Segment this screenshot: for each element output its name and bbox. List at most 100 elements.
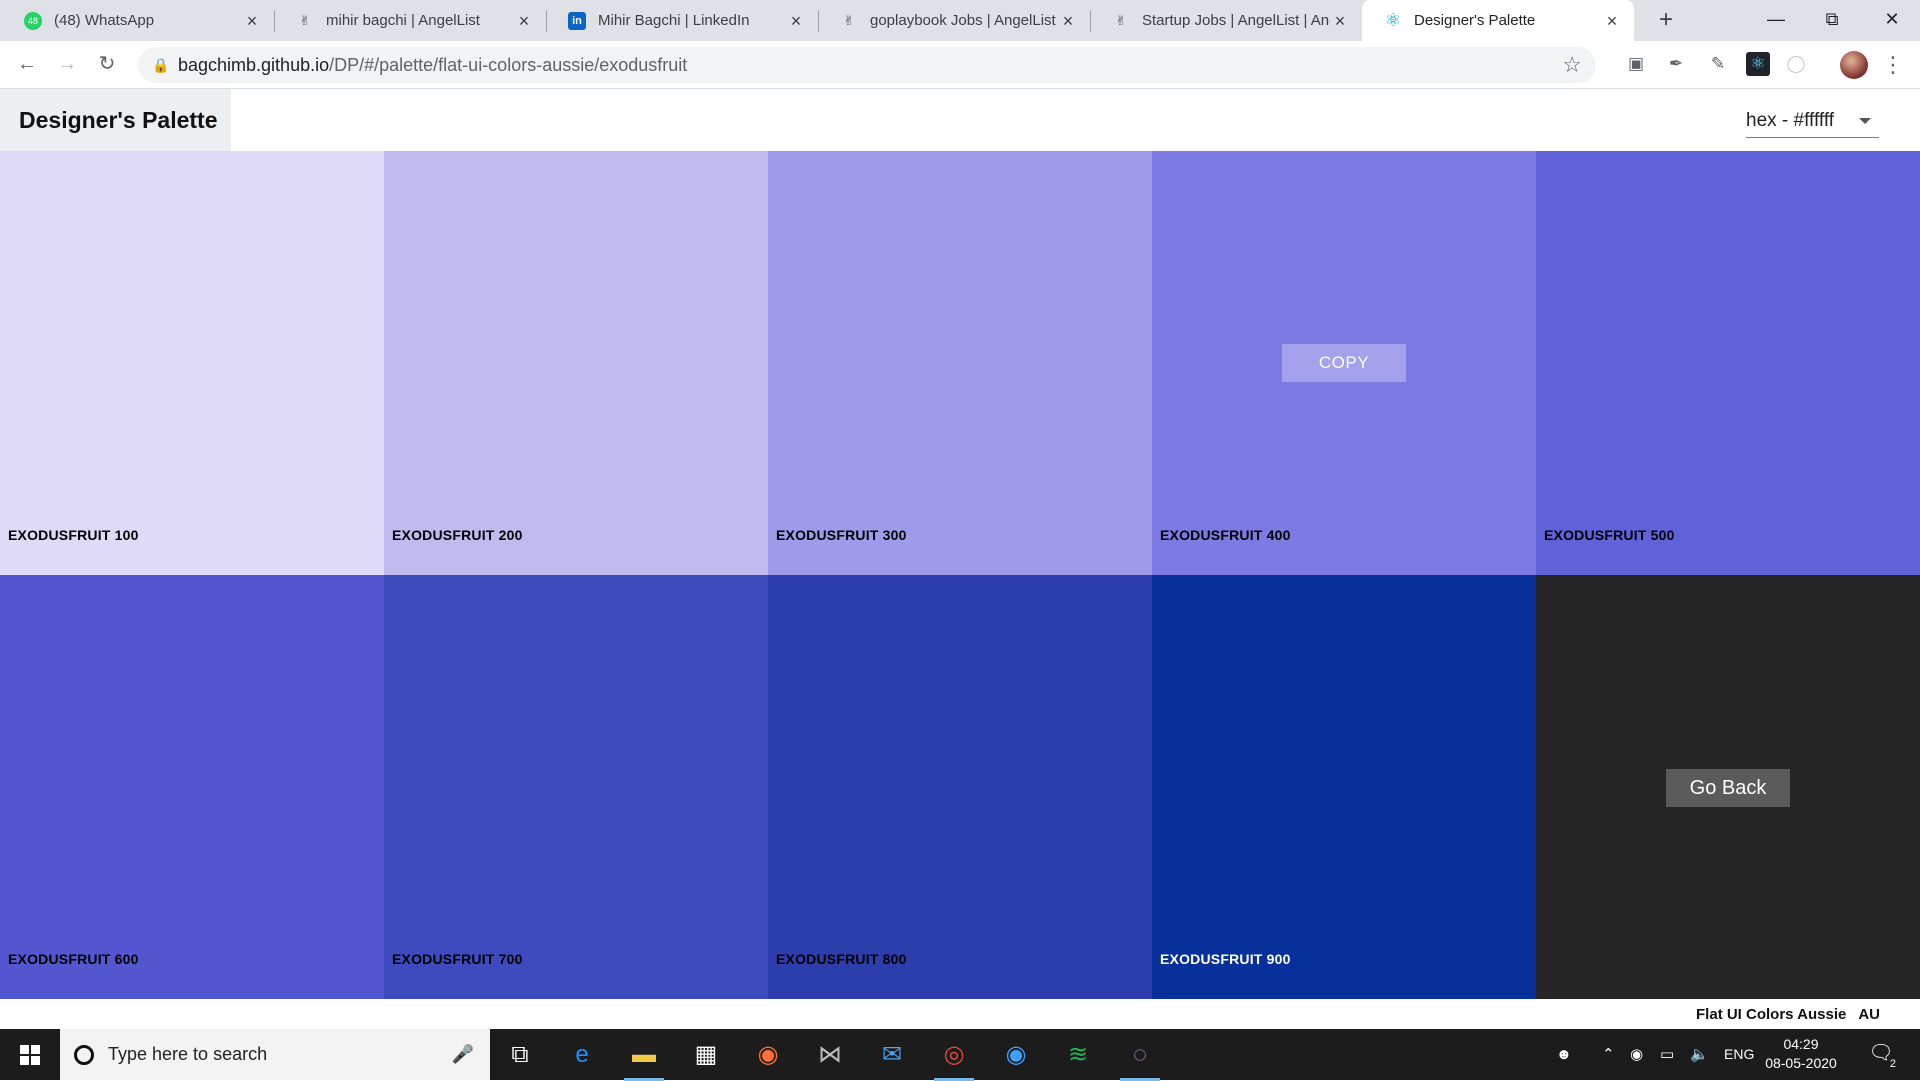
swatch-name: exodusfruit 800 [776,951,907,967]
color-swatch[interactable]: exodusfruit 200 [384,151,768,575]
swatch-name: exodusfruit 100 [8,527,139,543]
color-format-value: hex - #ffffff [1746,110,1835,131]
cast-icon[interactable]: ▣ [1624,52,1648,76]
swatch-name: exodusfruit 300 [776,527,907,543]
language-indicator[interactable]: ENG [1724,1029,1754,1080]
firefox-dev-icon[interactable]: ◉ [996,1037,1036,1073]
tab-title: Startup Jobs | AngelList | Ang [1142,12,1330,29]
tab-title: Designer's Palette [1414,12,1536,29]
chrome-icon[interactable]: ◎ [934,1037,974,1081]
browser-menu-icon[interactable]: ⋮ [1882,51,1904,79]
color-swatch[interactable]: exodusfruit 800 [768,575,1152,999]
notification-icon[interactable]: 🗨 2 [1866,1040,1896,1070]
color-swatch[interactable]: exodusfruit 900 [1152,575,1536,999]
angellist-icon: ✌ [299,12,311,28]
browser-tab[interactable]: 48 (48) WhatsApp × [2,0,274,41]
close-tab-icon[interactable]: × [242,11,262,31]
close-tab-icon[interactable]: × [1330,11,1350,31]
close-tab-icon[interactable]: × [1058,11,1078,31]
store-icon[interactable]: ▦ [686,1037,726,1073]
battery-icon[interactable]: ▭ [1660,1029,1674,1080]
lock-icon: 🔒 [152,56,170,73]
app-logo[interactable]: Designer's Palette [0,89,231,151]
close-tab-icon[interactable]: × [786,11,806,31]
task-view-icon[interactable]: ⧉ [500,1037,540,1073]
windows-start-icon[interactable] [0,1029,60,1080]
react-devtools-icon[interactable]: ⚛ [1746,52,1770,76]
url-path: /DP/#/palette/flat-ui-colors-aussie/exod… [329,54,688,75]
copy-button[interactable]: COPY [1282,344,1406,382]
back-icon[interactable]: ← [12,49,42,79]
notification-count: 2 [1889,1058,1896,1070]
palette-name: Flat UI Colors Aussie [1696,1005,1847,1023]
mail-icon[interactable]: ✉ [872,1037,912,1073]
browser-tab[interactable]: ✌ Startup Jobs | AngelList | Ang × [1090,0,1362,41]
people-icon[interactable]: ☻ [1556,1029,1572,1080]
swatch-name: exodusfruit 500 [1544,527,1675,543]
address-bar[interactable]: 🔒 bagchimb.github.io/DP/#/palette/flat-u… [138,47,1596,83]
eyedropper-icon[interactable]: ✒ [1664,52,1688,76]
color-format-select[interactable]: hex - #ffffff [1746,105,1879,138]
microphone-icon[interactable]: 🎤 [452,1044,474,1065]
clock-time: 04:29 [1783,1036,1819,1052]
color-swatch[interactable]: exodusfruit 400 COPY [1152,151,1536,575]
color-swatch[interactable]: exodusfruit 500 [1536,151,1920,575]
swatch-name: exodusfruit 900 [1160,951,1291,967]
clock-date: 08-05-2020 [1765,1055,1837,1071]
volume-icon[interactable]: 🔈 [1690,1029,1709,1080]
color-picker-icon[interactable]: ✎ [1706,52,1730,76]
tray-chevron-icon[interactable]: ⌃ [1602,1029,1615,1080]
taskbar-search[interactable]: Type here to search 🎤 [60,1029,490,1080]
forward-icon[interactable]: → [52,49,82,79]
angellist-icon: ✌ [843,12,855,28]
bookmark-star-icon[interactable]: ☆ [1562,52,1582,78]
browser-tab[interactable]: in Mihir Bagchi | LinkedIn × [546,0,818,41]
caret-down-icon [1859,118,1871,124]
profile-avatar[interactable] [1840,51,1868,79]
close-tab-icon[interactable]: × [514,11,534,31]
close-tab-icon[interactable]: × [1602,11,1622,31]
swatch-name: exodusfruit 700 [392,951,523,967]
taskbar: Type here to search 🎤 ⧉ e ▬ ▦ ◉ ⋈ ✉ ◎ ◉ ≋ ◌ ☻ ⌃ ◉ … [0,1029,1920,1081]
react-icon: ⚛ [1384,10,1402,30]
extension-icon[interactable]: ◯ [1784,52,1808,76]
browser-tab[interactable]: ✌ goplaybook Jobs | AngelList × [818,0,1090,41]
tab-title: mihir bagchi | AngelList [326,12,480,29]
swatch-name: exodusfruit 200 [392,527,523,543]
predator-icon[interactable]: ⋈ [810,1037,850,1073]
angellist-icon: ✌ [1115,12,1127,28]
cortana-icon [74,1044,94,1065]
antivirus-icon[interactable]: ◉ [1630,1029,1643,1080]
url-host: bagchimb.github.io [178,54,330,75]
reload-icon[interactable]: ↻ [92,49,122,79]
color-swatch[interactable]: exodusfruit 700 [384,575,768,999]
tor-icon[interactable]: ◌ [1120,1037,1160,1081]
color-swatch[interactable]: exodusfruit 300 [768,151,1152,575]
close-window-icon[interactable]: ✕ [1864,0,1920,41]
palette-emoji: AU [1858,1005,1880,1023]
swatch-name: exodusfruit 400 [1160,527,1291,543]
edge-icon[interactable]: e [562,1037,602,1073]
color-swatch[interactable]: exodusfruit 100 [0,151,384,575]
palette-grid: exodusfruit 100 exodusfruit 200 exodusfrui… [0,151,1920,999]
search-placeholder: Type here to search [108,1044,268,1064]
taskbar-clock[interactable]: 04:29 08-05-2020 [1762,1035,1840,1073]
go-back-box: Go Back [1536,575,1920,999]
linkedin-icon: in [568,11,586,30]
tab-title: (48) WhatsApp [54,12,155,29]
restore-icon[interactable]: ⧉ [1804,0,1860,41]
browser-toolbar: ← → ↻ 🔒 bagchimb.github.io/DP/#/palette/… [0,41,1920,89]
color-swatch[interactable]: exodusfruit 600 [0,575,384,999]
file-explorer-icon[interactable]: ▬ [624,1037,664,1081]
new-tab-button[interactable]: + [1652,6,1680,34]
tab-title: Mihir Bagchi | LinkedIn [598,12,750,29]
app-navbar: Designer's Palette hex - #ffffff [0,89,1920,151]
minimize-icon[interactable]: — [1748,0,1804,41]
go-back-button[interactable]: Go Back [1666,769,1790,807]
firefox-icon[interactable]: ◉ [748,1037,788,1073]
browser-tab[interactable]: ⚛ Designer's Palette × [1362,0,1634,41]
spotify-icon[interactable]: ≋ [1058,1037,1098,1073]
palette-footer: Flat UI Colors Aussie AU [0,999,1920,1029]
tab-strip: 48 (48) WhatsApp × ✌ mihir bagchi | AngelLis… [0,0,1920,41]
browser-tab[interactable]: ✌ mihir bagchi | AngelList × [274,0,546,41]
